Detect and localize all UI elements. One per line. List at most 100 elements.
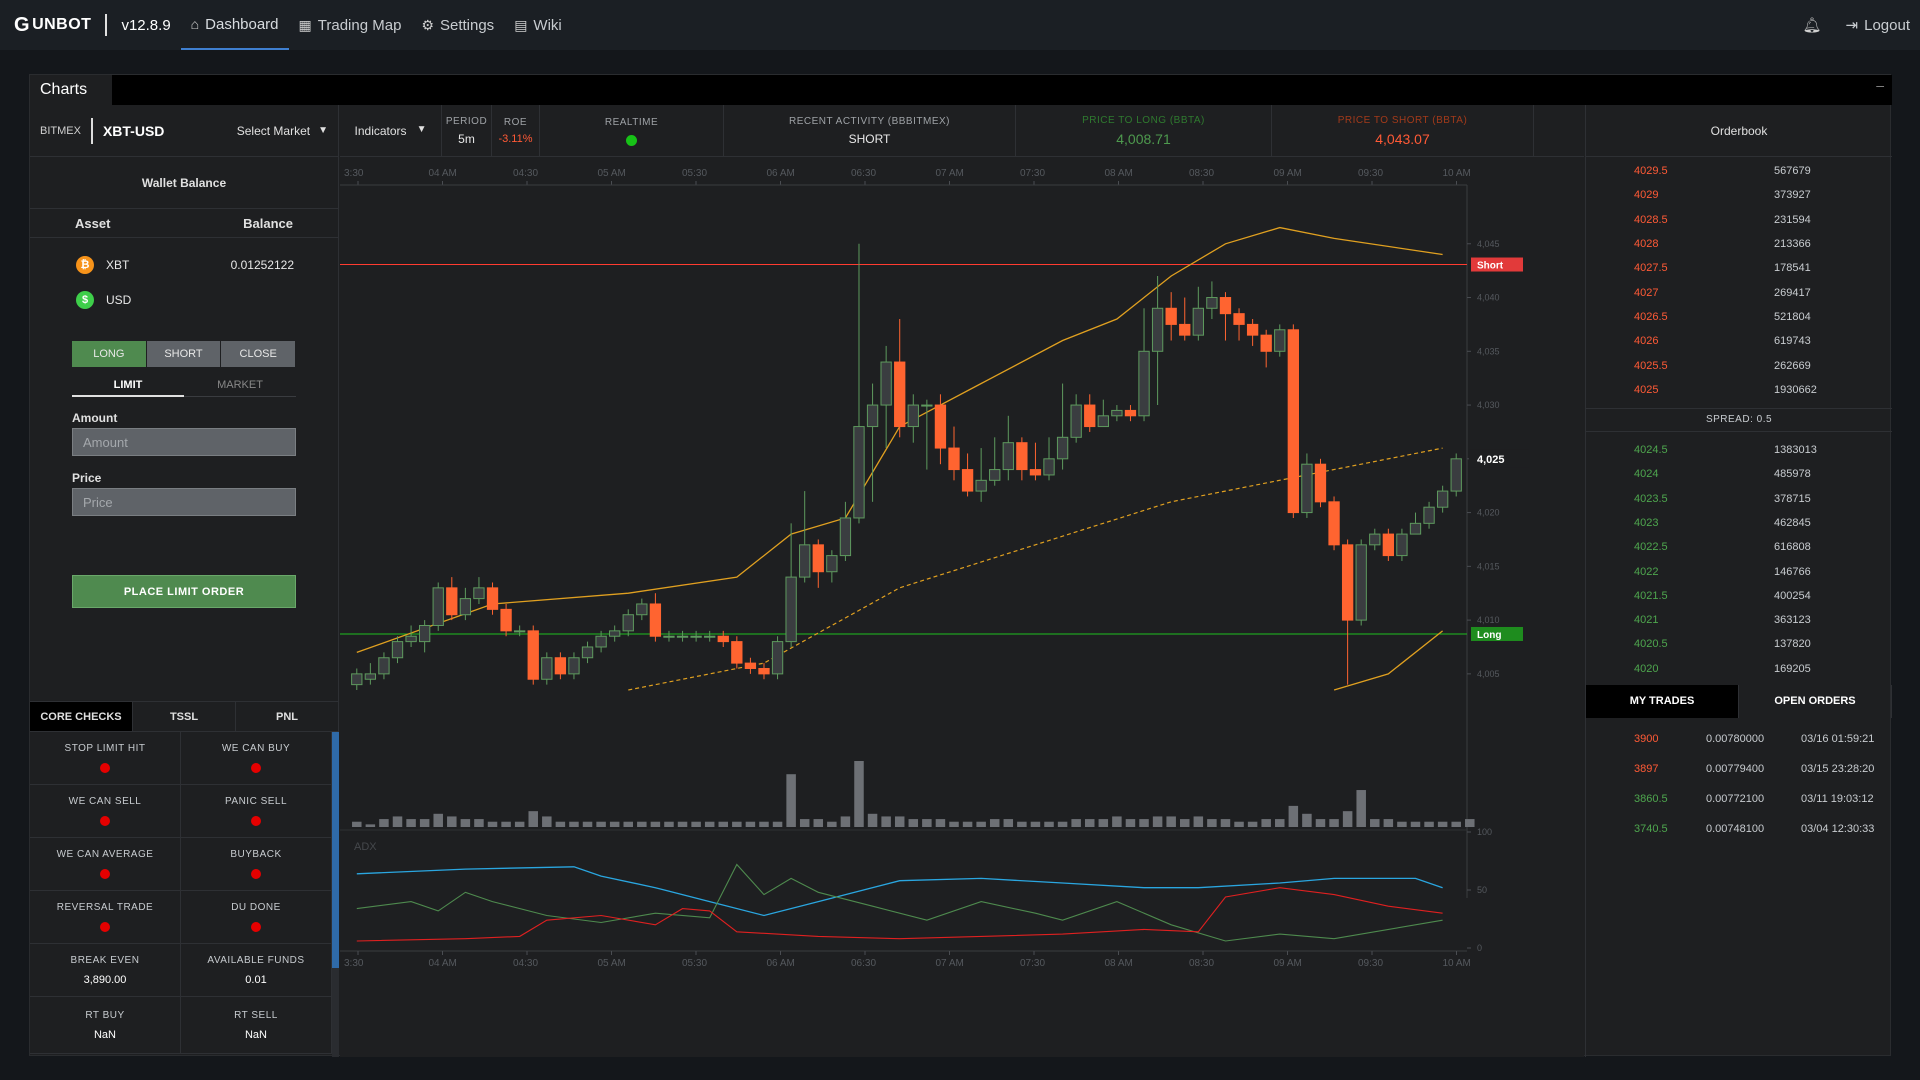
ask-row[interactable]: 4029 373927 (1586, 183, 1892, 207)
volume-bar (1397, 821, 1407, 827)
candle-body (1328, 501, 1340, 546)
trade-row: 3897 0.00779400 03/15 23:28:20 (1586, 754, 1892, 784)
check-label: WE CAN AVERAGE (56, 849, 154, 860)
price-to-short-block: PRICE TO SHORT (BBTA) 4,043.07 (1272, 105, 1534, 157)
bid-row[interactable]: 4021.5 400254 (1586, 584, 1892, 608)
volume-bar (637, 821, 647, 827)
nav-item-wiki[interactable]: ▤ Wiki (504, 0, 572, 50)
bid-row[interactable]: 4024 485978 (1586, 462, 1892, 486)
volume-bar (514, 821, 525, 827)
price-chart[interactable]: 3:30 04 AM 04:30 05 AM 05:30 06 AM 06:30 07 AM 0… (340, 158, 1584, 1057)
volume-bar (677, 821, 688, 827)
candle-body (595, 635, 607, 648)
brand-logo[interactable]: G UNBOT (14, 14, 91, 37)
order-quantity: 567679 (1774, 165, 1811, 178)
candle-body (1111, 409, 1123, 417)
check-row: BREAK EVEN 3,890.00 AVAILABLE FUNDS 0.01 (30, 944, 332, 997)
adx-tick-label: 100 (1477, 827, 1492, 837)
candle-body (1260, 334, 1272, 352)
check-panic-sell: PANIC SELL (181, 785, 332, 837)
check-buyback: BUYBACK (181, 838, 332, 890)
volume-bar (1112, 816, 1122, 827)
candle-body (364, 673, 377, 680)
y-tick-label: 4,015 (1477, 561, 1500, 571)
bid-row[interactable]: 4024.5 1383013 (1586, 438, 1892, 462)
volume-bar (935, 819, 946, 827)
price-input[interactable] (72, 488, 296, 516)
tab-core-checks[interactable]: CORE CHECKS (30, 702, 133, 731)
panel-title[interactable]: Charts (30, 75, 112, 105)
nav-item-label: Dashboard (205, 15, 279, 33)
tab-pnl[interactable]: PNL (236, 702, 339, 731)
chevron-down-icon: ▼ (318, 125, 328, 136)
ask-row[interactable]: 4026.5 521804 (1586, 305, 1892, 329)
tab-tssl[interactable]: TSSL (133, 702, 236, 731)
recent-activity-label: RECENT ACTIVITY (BBBITMEX) (789, 116, 950, 127)
tab-limit[interactable]: LIMIT (72, 373, 184, 397)
order-price: 4022.5 (1634, 541, 1668, 554)
adx-tick-label: 0 (1477, 943, 1482, 953)
order-price: 4021.5 (1634, 589, 1668, 602)
tab-open-orders[interactable]: OPEN ORDERS (1739, 684, 1892, 718)
exchange-label: BITMEX (40, 124, 81, 137)
minimize-icon[interactable]: – (1876, 77, 1884, 93)
bid-row[interactable]: 4022.5 616808 (1586, 535, 1892, 559)
roe-value: -3.11% (498, 133, 533, 145)
indicators-dropdown[interactable]: Indicators ▼ (340, 105, 442, 157)
nav-item-settings[interactable]: ⚙ Settings (411, 0, 504, 50)
bid-row[interactable]: 4020 169205 (1586, 657, 1892, 681)
tab-close[interactable]: CLOSE (221, 341, 297, 367)
trades-tabs: MY TRADES OPEN ORDERS (1586, 684, 1892, 718)
left-column: BITMEX XBT-USD Select Market ▼ Wallet Ba… (30, 105, 339, 1057)
volume-bar (1261, 819, 1271, 827)
current-price-label: 4,025 (1477, 454, 1505, 466)
ask-row[interactable]: 4026 619743 (1586, 329, 1892, 353)
checks-scrollbar-thumb[interactable] (332, 732, 339, 968)
ask-row[interactable]: 4027.5 178541 (1586, 256, 1892, 280)
candle-body (378, 657, 390, 675)
candle-body (894, 361, 906, 428)
bell-icon[interactable]: 🔔︎ (1802, 16, 1821, 34)
order-price: 4028.5 (1634, 213, 1668, 226)
order-quantity: 462845 (1774, 517, 1811, 529)
asset-row-usd: $ USD (30, 282, 338, 317)
tab-my-trades[interactable]: MY TRADES (1586, 684, 1739, 718)
tab-long[interactable]: LONG (72, 341, 147, 367)
ask-row[interactable]: 4028 213366 (1586, 232, 1892, 256)
ask-row[interactable]: 4025.5 262669 (1586, 353, 1892, 377)
bid-row[interactable]: 4023 462845 (1586, 511, 1892, 535)
candle-body (1409, 522, 1422, 535)
ask-row[interactable]: 4025 1930662 (1586, 378, 1892, 402)
order-price: 4028 (1634, 238, 1659, 251)
candle-body (405, 635, 417, 643)
ask-row[interactable]: 4027 269417 (1586, 280, 1892, 304)
bid-row[interactable]: 4023.5 378715 (1586, 487, 1892, 511)
ask-row[interactable]: 4028.5 231594 (1586, 208, 1892, 232)
nav-item-dashboard[interactable]: ⌂ Dashboard (180, 0, 289, 50)
candle-body (826, 555, 838, 573)
x-tick-top: 07 AM (936, 168, 964, 179)
check-value: 0.01 (245, 973, 267, 986)
logout-button[interactable]: ⇥ Logout (1846, 16, 1910, 35)
volume-bar (976, 821, 986, 827)
place-limit-order-button[interactable]: PLACE LIMIT ORDER (72, 575, 296, 608)
nav-item-trading-map[interactable]: ▦ Trading Map (289, 0, 412, 50)
bid-row[interactable]: 4021 363123 (1586, 608, 1892, 632)
amount-input[interactable] (72, 428, 296, 456)
asset-balance: 0.01252122 (230, 257, 294, 272)
bid-row[interactable]: 4022 146766 (1586, 559, 1892, 583)
realtime-block: REALTIME (540, 105, 724, 157)
tab-short[interactable]: SHORT (146, 341, 222, 367)
candle-body (961, 469, 974, 492)
volume-bar (1166, 816, 1176, 827)
volume-bar (447, 816, 457, 827)
order-price: 4029.5 (1634, 165, 1668, 178)
tab-market[interactable]: MARKET (184, 373, 296, 397)
candle-body (1341, 544, 1354, 621)
ask-row[interactable]: 4029.5 567679 (1586, 159, 1892, 183)
volume-bar (881, 816, 891, 827)
select-market-dropdown[interactable]: Select Market ▼ (237, 124, 328, 138)
bid-row[interactable]: 4020.5 137820 (1586, 632, 1892, 656)
x-tick-top: 05 AM (598, 168, 626, 179)
nav-divider (105, 14, 108, 36)
